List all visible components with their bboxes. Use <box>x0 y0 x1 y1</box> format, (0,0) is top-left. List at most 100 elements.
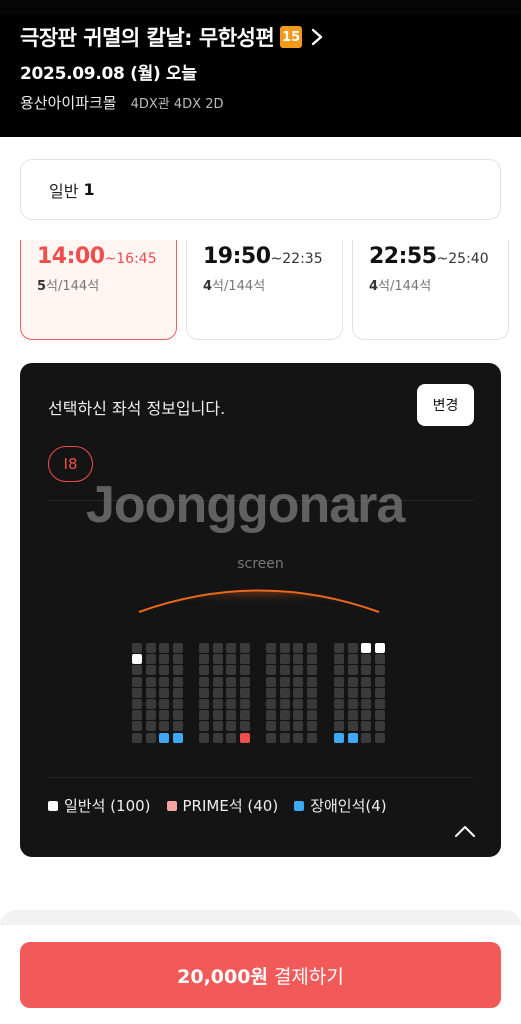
seat <box>347 721 358 732</box>
seat <box>293 721 303 732</box>
seat <box>212 699 223 709</box>
seat <box>145 710 156 721</box>
seat <box>266 710 276 721</box>
seat <box>361 732 371 743</box>
seat <box>347 699 358 709</box>
seat <box>226 676 236 687</box>
seat <box>145 732 156 743</box>
timeslot-card[interactable]: 14:00~16:45 5석/144석 <box>20 240 177 340</box>
chevron-right-icon <box>311 28 323 46</box>
seat <box>172 665 183 676</box>
seat <box>145 665 156 676</box>
legend-swatch <box>48 800 58 811</box>
timeslot-card[interactable]: 19:50~22:35 4석/144석 <box>186 240 343 340</box>
seat <box>159 732 169 743</box>
theater-info: 용산아이파크몰 4DX관 4DX 2D <box>20 92 224 113</box>
seat <box>212 654 223 665</box>
seat <box>226 643 236 653</box>
seat <box>212 665 223 676</box>
movie-title: 극장판 귀멸의 칼날: 무한성편 <box>20 26 275 50</box>
timeslot-start: 22:55 <box>369 244 437 269</box>
show-date: 2025.09.08 (월) 오늘 <box>20 64 197 84</box>
seat <box>145 687 156 698</box>
seat-legend: 일반석 (100) PRIME석 (40) 장애인석(4) <box>48 795 403 816</box>
timeslot-total: 석/144석 <box>46 279 100 294</box>
seat <box>266 732 276 743</box>
legend-label: 장애인석(4) <box>310 797 387 815</box>
seat <box>293 676 303 687</box>
chevron-up-icon[interactable] <box>453 823 477 839</box>
seat <box>347 643 358 653</box>
seat <box>293 643 303 653</box>
seat <box>172 732 183 743</box>
timeslot-end: ~22:35 <box>270 251 323 267</box>
timeslot-remaining: 4 <box>369 279 379 294</box>
seat <box>172 710 183 721</box>
seat <box>266 654 276 665</box>
seat <box>361 643 371 653</box>
seat <box>374 665 385 676</box>
seat <box>347 710 358 721</box>
ticket-count-box[interactable]: 일반 1 <box>20 159 501 220</box>
seat <box>347 687 358 698</box>
legend-swatch <box>166 800 177 811</box>
divider <box>48 777 474 778</box>
movie-title-link[interactable]: 극장판 귀멸의 칼날: 무한성편 15 <box>20 22 324 52</box>
seat <box>374 676 385 687</box>
seat <box>347 676 358 687</box>
seat <box>374 721 385 732</box>
seat <box>199 676 209 687</box>
seat <box>239 687 250 698</box>
screen-type: 4DX관 4DX 2D <box>130 97 224 112</box>
seat <box>199 687 209 698</box>
seat <box>279 710 290 721</box>
seat <box>293 654 303 665</box>
seat <box>212 643 223 653</box>
timeslot-card[interactable]: 22:55~25:40 4석/144석 <box>352 240 509 340</box>
seat <box>172 687 183 698</box>
seat <box>172 721 183 732</box>
seat <box>159 710 169 721</box>
seat <box>226 732 236 743</box>
seat <box>239 665 250 676</box>
seat <box>334 721 344 732</box>
seat <box>199 732 209 743</box>
seat <box>374 687 385 698</box>
seat <box>212 687 223 698</box>
seat <box>226 687 236 698</box>
movie-header: 극장판 귀멸의 칼날: 무한성편 15 2025.09.08 (월) 오늘 용산… <box>0 0 521 137</box>
timeslot-time: 14:00~16:45 <box>37 244 176 269</box>
timeslot-start: 14:00 <box>37 244 105 269</box>
seat <box>199 665 209 676</box>
seat <box>279 687 290 698</box>
seat <box>199 699 209 709</box>
pay-label: 결제하기 <box>273 965 344 988</box>
seat <box>159 721 169 732</box>
seat <box>239 654 250 665</box>
seat <box>279 732 290 743</box>
seat <box>374 654 385 665</box>
seat <box>306 721 317 732</box>
legend-item: 장애인석(4) <box>294 795 387 816</box>
seat <box>212 676 223 687</box>
seat <box>347 665 358 676</box>
seat <box>132 699 142 709</box>
ticket-type-label: 일반 <box>49 181 79 201</box>
seat <box>374 699 385 709</box>
seat <box>334 687 344 698</box>
seat <box>361 687 371 698</box>
seat <box>334 654 344 665</box>
seat-info-card: 선택하신 좌석 정보입니다. 변경 I8 Joonggonara screen … <box>20 363 501 857</box>
seat <box>279 654 290 665</box>
pay-button[interactable]: 20,000원 결제하기 <box>20 942 501 1008</box>
seat <box>334 665 344 676</box>
seat <box>279 721 290 732</box>
seat <box>226 654 236 665</box>
seat-map <box>20 363 501 857</box>
seat <box>159 654 169 665</box>
seat <box>239 699 250 709</box>
seat <box>145 699 156 709</box>
seat <box>279 665 290 676</box>
seat <box>306 699 317 709</box>
seat <box>132 665 142 676</box>
